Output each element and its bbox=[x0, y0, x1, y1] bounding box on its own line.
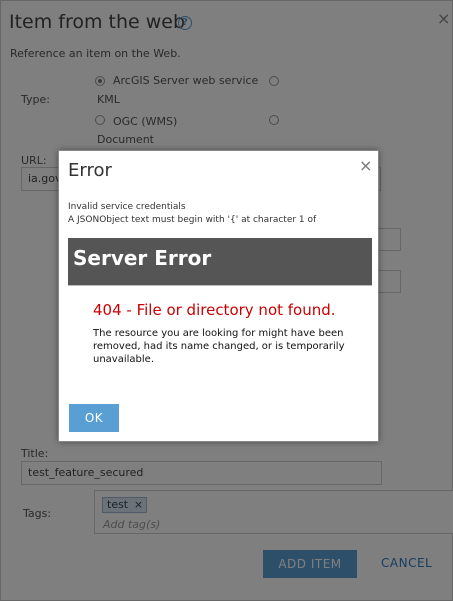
error-close-icon[interactable]: × bbox=[359, 156, 372, 175]
error-description: The resource you are looking for might h… bbox=[93, 328, 345, 365]
error-dialog: Error × Invalid service credentials A JS… bbox=[58, 150, 379, 442]
ok-button[interactable]: OK bbox=[69, 404, 119, 432]
server-error-banner: Server Error bbox=[68, 238, 372, 286]
error-404-heading: 404 - File or directory not found. bbox=[93, 301, 336, 319]
error-title: Error bbox=[68, 160, 112, 181]
server-error-heading: Server Error bbox=[73, 246, 212, 270]
stage: Item from the web ? × Reference an item … bbox=[0, 0, 453, 601]
error-message-line2: A JSONObject text must begin with '{' at… bbox=[68, 215, 317, 225]
error-message-line1: Invalid service credentials bbox=[68, 202, 186, 212]
